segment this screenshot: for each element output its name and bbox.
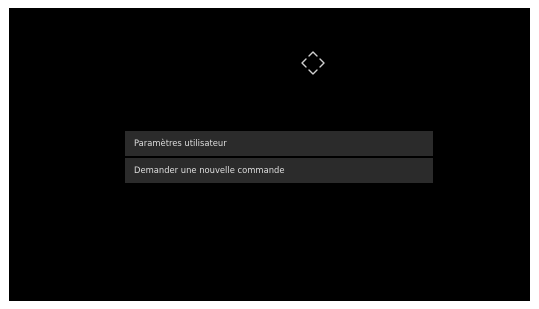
options-menu: Paramètres utilisateur Demander une nouv… <box>125 131 433 183</box>
menu-item-request-new-order[interactable]: Demander une nouvelle commande <box>125 158 433 183</box>
chevron-right-icon <box>319 58 325 68</box>
chevron-up-icon <box>308 51 318 57</box>
menu-item-user-settings[interactable]: Paramètres utilisateur <box>125 131 433 156</box>
tv-screen: Paramètres utilisateur Demander une nouv… <box>9 8 530 301</box>
chevron-left-icon <box>301 58 307 68</box>
dpad-navigation-icon <box>298 48 328 78</box>
chevron-down-icon <box>308 69 318 75</box>
